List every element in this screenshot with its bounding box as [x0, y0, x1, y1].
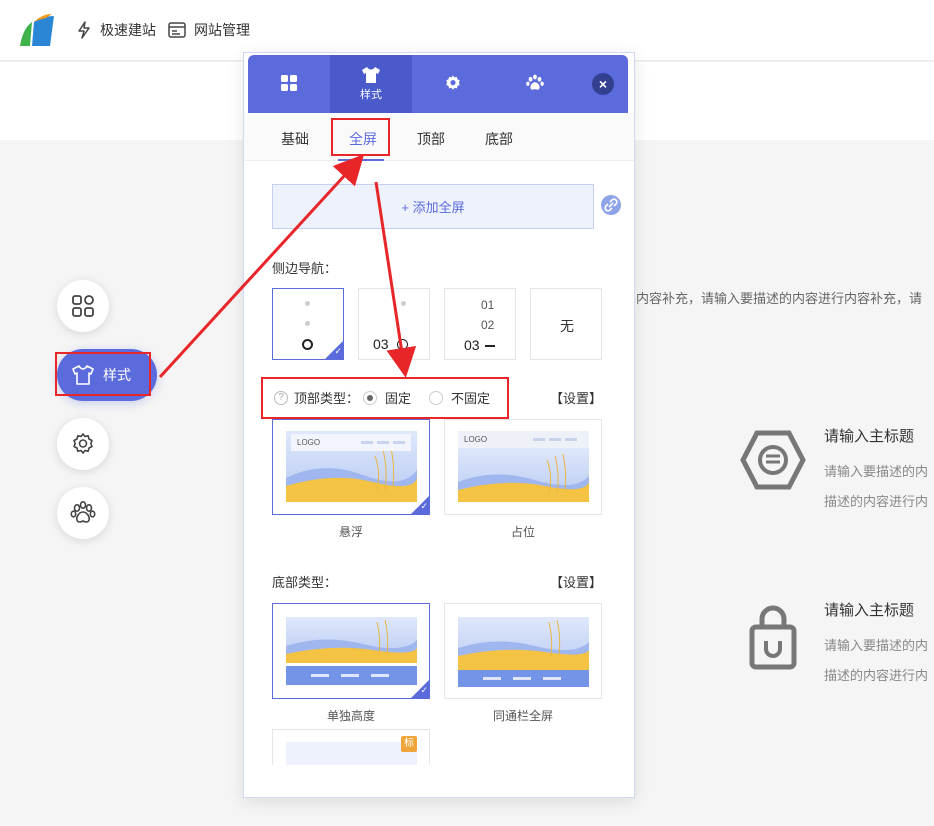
number-label: 03 — [464, 337, 480, 353]
premium-badge-icon: 标 — [401, 736, 417, 752]
ring-icon — [302, 339, 313, 350]
sidenav-option-numbers[interactable]: 01 02 03 — [444, 288, 516, 360]
grid-icon — [281, 75, 297, 91]
annotation-highlight-style — [55, 352, 151, 396]
shirt-icon — [362, 67, 380, 83]
bottom-thumb-same-fullscreen[interactable] — [444, 603, 602, 699]
selected-check-icon — [411, 680, 429, 698]
shopping-bag-icon — [749, 605, 797, 670]
annotation-highlight-top-type — [261, 377, 509, 419]
panel-close-button[interactable]: × — [592, 73, 614, 95]
browser-icon — [168, 22, 186, 38]
bottom-settings-link[interactable]: 【设置】 — [550, 572, 602, 591]
dash-icon — [485, 345, 495, 347]
panel-tab-style[interactable]: 样式 — [330, 55, 412, 113]
thumb-nav-bar — [565, 438, 577, 441]
basic-tool-button[interactable] — [57, 280, 109, 332]
link-icon[interactable] — [601, 195, 621, 215]
number-label: 01 — [481, 298, 495, 312]
selected-check-icon — [411, 496, 429, 514]
bottom-thumb-separate-height[interactable] — [272, 603, 430, 699]
nav-site-management[interactable]: 网站管理 — [168, 20, 250, 40]
dot-icon — [305, 321, 310, 326]
style-settings-panel: 样式 × 基础 全屏 顶部 底部 + 添加全屏 侧边导航： 03 01 02 0… — [243, 52, 635, 798]
top-thumb-floating-caption: 悬浮 — [338, 525, 363, 539]
top-thumb-placeholder-caption: 占位 — [510, 525, 535, 539]
gear-icon — [73, 433, 93, 454]
gear-icon — [446, 75, 460, 90]
sidenav-option-dots[interactable] — [272, 288, 344, 360]
subtab-bottom[interactable]: 底部 — [485, 129, 513, 149]
panel-tab-style-label: 样式 — [360, 89, 382, 101]
bottom-thumb-same-caption: 同通栏全屏 — [492, 709, 553, 723]
top-thumb-floating[interactable]: LOGO — [272, 419, 430, 515]
bottom-type-label: 底部类型： — [272, 575, 338, 590]
feature-title: 请输入主标题 — [824, 428, 915, 445]
subtab-basic[interactable]: 基础 — [281, 129, 309, 149]
number-label: 03 — [373, 336, 389, 352]
thumb-nav-bar — [377, 441, 389, 444]
number-label: 02 — [481, 318, 495, 332]
panel-bottom-fade — [244, 765, 634, 797]
feature-desc: 描述的内容进行内 — [824, 494, 929, 509]
bottom-thumb-third[interactable]: 标 — [272, 729, 430, 769]
subtab-top[interactable]: 顶部 — [417, 129, 445, 149]
site-logo[interactable] — [16, 12, 56, 48]
thumb-nav-bar — [361, 441, 373, 444]
dot-icon — [305, 301, 310, 306]
panel-tab-bar: 样式 × — [248, 55, 628, 113]
add-fullscreen-button[interactable]: + 添加全屏 — [272, 184, 594, 229]
thumb-nav-bar — [533, 438, 545, 441]
active-subtab-indicator — [338, 159, 384, 161]
landscape-thumbnail — [286, 431, 417, 502]
none-label: 无 — [560, 318, 574, 334]
thumb-nav-bar — [393, 441, 405, 444]
thumb-logo-text: LOGO — [297, 438, 321, 447]
landscape-thumbnail — [286, 617, 417, 685]
top-bar: 极速建站 网站管理 — [0, 0, 934, 60]
selected-check-icon — [325, 341, 343, 359]
plugin-tool-button[interactable] — [57, 487, 109, 539]
grid-icon — [72, 295, 94, 317]
paw-icon — [70, 501, 96, 523]
background-paragraph: 内容补充，请输入要描述的内容进行内容补充，请 — [636, 291, 923, 306]
lightning-icon — [78, 21, 90, 39]
feature-desc: 请输入要描述的内 — [824, 464, 929, 479]
settings-tool-button[interactable] — [57, 418, 109, 470]
dot-icon — [401, 301, 406, 306]
nav-quick-build[interactable]: 极速建站 — [76, 20, 156, 40]
side-nav-label: 侧边导航： — [272, 261, 338, 276]
feature-desc: 描述的内容进行内 — [824, 668, 929, 683]
landscape-thumbnail — [458, 617, 589, 687]
annotation-highlight-fullscreen — [331, 118, 390, 156]
hexagon-menu-icon — [740, 430, 806, 490]
top-thumb-placeholder[interactable]: LOGO — [444, 419, 602, 515]
feature-title: 请输入主标题 — [824, 602, 915, 619]
bottom-thumb-separate-caption: 单独高度 — [326, 709, 375, 723]
thumb-logo-text: LOGO — [464, 435, 488, 444]
sidenav-option-none[interactable]: 无 — [530, 288, 602, 360]
panel-subtabs: 基础 全屏 顶部 底部 — [244, 113, 634, 161]
nav-quick-build-label: 极速建站 — [100, 22, 156, 38]
panel-tab-settings[interactable] — [412, 55, 494, 113]
thumb-nav-bar — [549, 438, 561, 441]
panel-tab-basic[interactable] — [248, 55, 330, 113]
ring-icon — [397, 339, 408, 350]
nav-site-management-label: 网站管理 — [194, 22, 250, 38]
feature-desc: 请输入要描述的内 — [824, 638, 929, 653]
panel-tab-plugins[interactable] — [494, 55, 576, 113]
paw-icon — [526, 74, 544, 90]
sidenav-option-number-circle[interactable]: 03 — [358, 288, 430, 360]
top-settings-link[interactable]: 【设置】 — [550, 388, 602, 407]
